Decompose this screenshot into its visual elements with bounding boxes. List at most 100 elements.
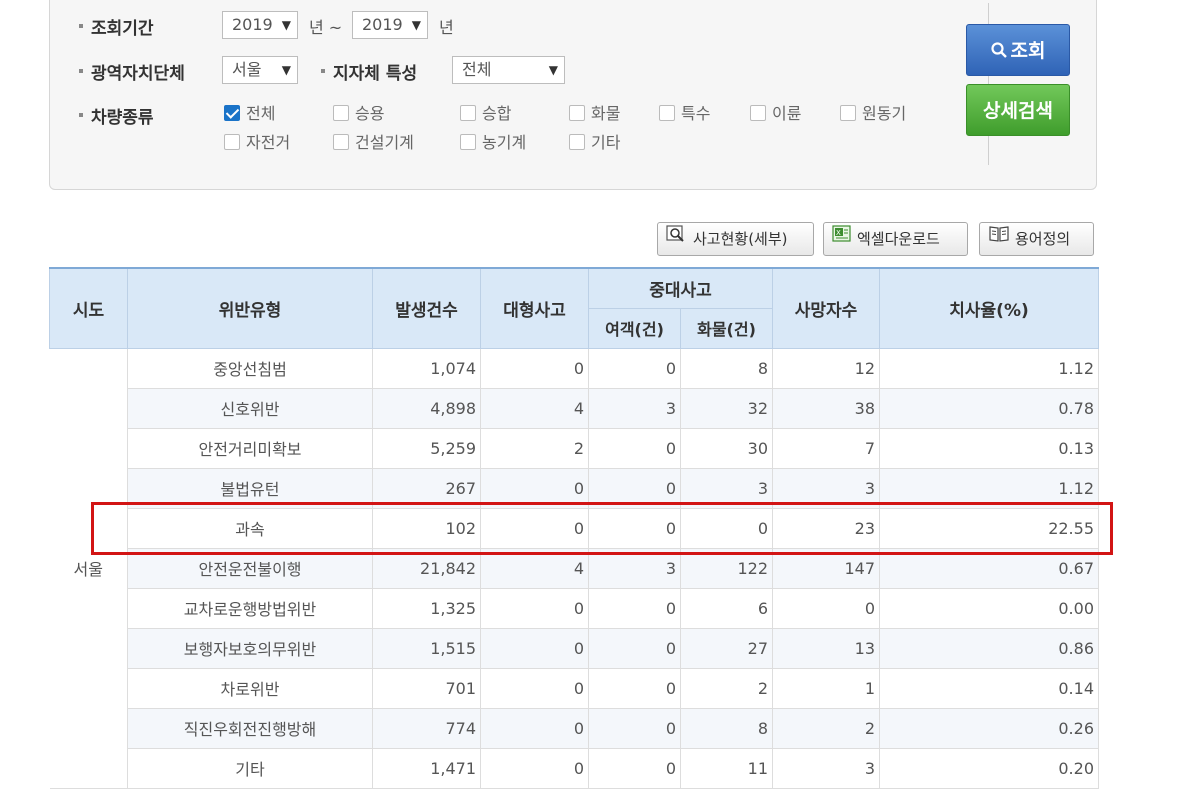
cell-sido: 서울	[49, 347, 128, 789]
cell-violation: 차로위반	[127, 667, 373, 709]
table-row: 신호위반 4,898 4 3 32 38 0.78	[50, 387, 1099, 429]
svg-text:X: X	[836, 229, 841, 237]
municipal-label: 지자체 특성	[321, 59, 417, 84]
header-fatality: 치사율(%)	[879, 267, 1099, 349]
search-button[interactable]: 조회	[966, 24, 1070, 76]
cell-count: 1,074	[372, 347, 481, 389]
header-major: 대형사고	[480, 267, 589, 349]
cell-count: 102	[372, 507, 481, 549]
cell-passenger: 0	[588, 747, 681, 789]
table-row: 안전거리미확보 5,259 2 0 30 7 0.13	[50, 427, 1099, 469]
table-row: 과속 102 0 0 0 23 22.55	[50, 507, 1099, 549]
cell-deaths: 0	[772, 587, 880, 629]
cell-deaths: 12	[772, 347, 880, 389]
cell-major: 4	[480, 387, 589, 429]
cell-passenger: 0	[588, 667, 681, 709]
cell-major: 2	[480, 427, 589, 469]
year-to-select[interactable]: 2019 ▼	[352, 11, 428, 39]
cell-count: 4,898	[372, 387, 481, 429]
cell-fatality: 0.00	[879, 587, 1099, 629]
header-violation: 위반유형	[127, 267, 373, 349]
detail-search-button[interactable]: 상세검색	[966, 84, 1070, 136]
cell-violation: 안전거리미확보	[127, 427, 373, 469]
glossary-button[interactable]: 용어정의	[979, 222, 1094, 256]
cell-violation: 신호위반	[127, 387, 373, 429]
cell-passenger: 0	[588, 347, 681, 389]
cell-count: 1,515	[372, 627, 481, 669]
cell-major: 0	[480, 467, 589, 509]
chevron-down-icon: ▼	[281, 63, 291, 77]
cell-violation: 직진우회전진행방해	[127, 707, 373, 749]
cell-cargo: 2	[680, 667, 773, 709]
table-row: 기타 1,471 0 0 11 3 0.20	[50, 747, 1099, 789]
cell-count: 1,471	[372, 747, 481, 789]
cell-major: 0	[480, 507, 589, 549]
cell-cargo: 6	[680, 587, 773, 629]
cell-deaths: 7	[772, 427, 880, 469]
checkbox-all[interactable]: 전체	[224, 103, 275, 125]
cell-major: 0	[480, 627, 589, 669]
checkbox-bicycle[interactable]: 자전거	[224, 132, 290, 154]
magnifier-document-icon	[666, 222, 688, 254]
cell-deaths: 3	[772, 467, 880, 509]
municipal-select[interactable]: 전체 ▼	[452, 56, 565, 84]
checkbox-van[interactable]: 승합	[460, 103, 511, 125]
cell-major: 0	[480, 747, 589, 789]
cell-fatality: 1.12	[879, 347, 1099, 389]
cell-fatality: 0.20	[879, 747, 1099, 789]
cell-major: 0	[480, 587, 589, 629]
region-select[interactable]: 서울 ▼	[222, 56, 298, 84]
table-row: 서울 중앙선침범 1,074 0 0 8 12 1.12	[49, 347, 1099, 789]
cell-major: 0	[480, 347, 589, 389]
cell-deaths: 38	[772, 387, 880, 429]
header-serious: 중대사고	[588, 267, 773, 309]
cell-deaths: 147	[772, 547, 880, 589]
cell-passenger: 0	[588, 467, 681, 509]
year-from-select[interactable]: 2019 ▼	[222, 11, 298, 39]
cell-deaths: 23	[772, 507, 880, 549]
cell-count: 701	[372, 667, 481, 709]
cell-fatality: 0.67	[879, 547, 1099, 589]
cell-count: 21,842	[372, 547, 481, 589]
cell-violation: 교차로운행방법위반	[127, 587, 373, 629]
table-row: 보행자보호의무위반 1,515 0 0 27 13 0.86	[50, 627, 1099, 669]
cell-count: 1,325	[372, 587, 481, 629]
cell-passenger: 0	[588, 587, 681, 629]
cell-violation: 중앙선침범	[127, 347, 373, 389]
cell-major: 0	[480, 667, 589, 709]
cell-fatality: 0.78	[879, 387, 1099, 429]
cell-fatality: 0.86	[879, 627, 1099, 669]
header-count: 발생건수	[372, 267, 481, 349]
cell-count: 267	[372, 467, 481, 509]
cell-cargo: 11	[680, 747, 773, 789]
header-passenger: 여객(건)	[588, 307, 681, 349]
search-panel	[49, 0, 1097, 190]
table-row: 차로위반 701 0 0 2 1 0.14	[50, 667, 1099, 709]
accident-detail-button[interactable]: 사고현황(세부)	[657, 222, 814, 256]
cell-count: 774	[372, 707, 481, 749]
cell-major: 4	[480, 547, 589, 589]
excel-download-button[interactable]: X 엑셀다운로드	[823, 222, 968, 256]
checkbox-motorcycle[interactable]: 이륜	[750, 103, 801, 125]
table-row: 불법유턴 267 0 0 3 3 1.12	[50, 467, 1099, 509]
cell-deaths: 13	[772, 627, 880, 669]
cell-fatality: 0.26	[879, 707, 1099, 749]
cell-cargo: 122	[680, 547, 773, 589]
cell-violation: 보행자보호의무위반	[127, 627, 373, 669]
cell-cargo: 3	[680, 467, 773, 509]
cell-cargo: 8	[680, 707, 773, 749]
checkbox-moped[interactable]: 원동기	[840, 103, 906, 125]
checkbox-passenger-car[interactable]: 승용	[333, 103, 384, 125]
checkbox-farm-machine[interactable]: 농기계	[460, 132, 526, 154]
checkbox-other[interactable]: 기타	[569, 132, 620, 154]
checkbox-truck[interactable]: 화물	[569, 103, 620, 125]
cell-violation: 안전운전불이행	[127, 547, 373, 589]
cell-fatality: 0.13	[879, 427, 1099, 469]
table-row: 교차로운행방법위반 1,325 0 0 6 0 0.00	[50, 587, 1099, 629]
checkbox-special[interactable]: 특수	[659, 103, 710, 125]
checkbox-construction[interactable]: 건설기계	[333, 132, 414, 154]
book-icon	[988, 222, 1010, 254]
cell-fatality: 22.55	[879, 507, 1099, 549]
cell-deaths: 1	[772, 667, 880, 709]
checkbox-checked-icon	[224, 104, 240, 121]
